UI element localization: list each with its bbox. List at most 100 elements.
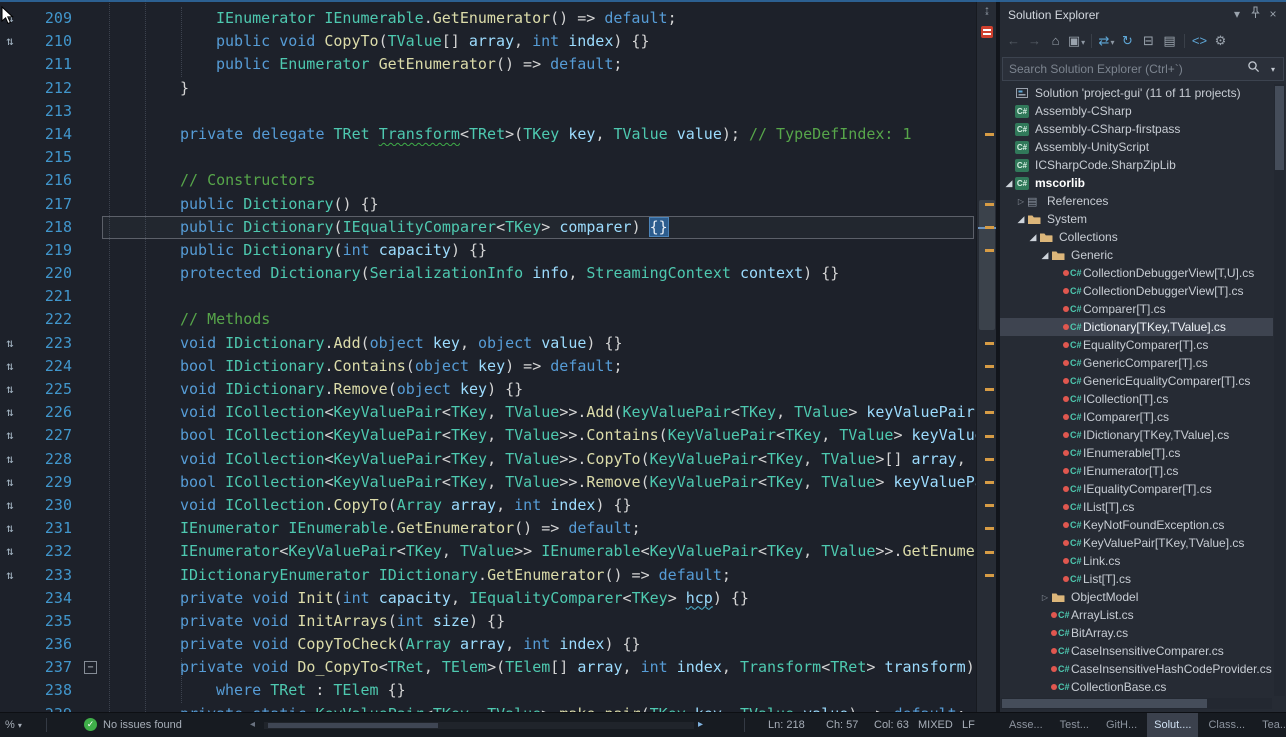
expanded-arrow-icon[interactable]: ◢ bbox=[1027, 232, 1039, 243]
line-number[interactable]: 219 bbox=[20, 239, 78, 262]
override-indicator-icon[interactable]: ⇅ bbox=[0, 517, 20, 540]
code-line-211[interactable]: 211public Enumerator GetEnumerator() => … bbox=[0, 53, 976, 76]
hscroll-left-arrow-icon[interactable]: ◂ bbox=[250, 719, 255, 730]
solution-tree[interactable]: Solution 'project-gui' (11 of 11 project… bbox=[1000, 84, 1273, 697]
editor-vertical-scrollbar[interactable]: ↨ bbox=[976, 0, 996, 712]
tree-item[interactable]: C#EqualityComparer[T].cs bbox=[1000, 336, 1273, 354]
tree-item[interactable]: C#IDictionary[TKey,TValue].cs bbox=[1000, 426, 1273, 444]
tree-item[interactable]: ◢Collections bbox=[1000, 228, 1273, 246]
code-line-227[interactable]: ⇅227bool ICollection<KeyValuePair<TKey, … bbox=[0, 424, 976, 447]
tree-vertical-scrollbar[interactable] bbox=[1274, 84, 1285, 696]
tree-item[interactable]: C#Assembly-CSharp bbox=[1000, 102, 1273, 120]
line-number[interactable]: 223 bbox=[20, 332, 78, 355]
line-number[interactable]: 214 bbox=[20, 123, 78, 146]
line-number[interactable]: 235 bbox=[20, 610, 78, 633]
override-indicator-icon[interactable]: ⇅ bbox=[0, 540, 20, 563]
line-number[interactable]: 230 bbox=[20, 494, 78, 517]
tree-item[interactable]: C#CaseInsensitiveComparer.cs bbox=[1000, 642, 1273, 660]
tool-window-tab-solut[interactable]: Solut.... bbox=[1147, 713, 1198, 737]
document-health-error-badge[interactable] bbox=[981, 26, 993, 38]
tree-item[interactable]: C#IEqualityComparer[T].cs bbox=[1000, 480, 1273, 498]
collapsed-arrow-icon[interactable]: ▷ bbox=[1015, 197, 1027, 206]
tool-window-tab-test[interactable]: Test... bbox=[1053, 713, 1096, 737]
line-number[interactable]: 228 bbox=[20, 448, 78, 471]
line-number[interactable]: 217 bbox=[20, 193, 78, 216]
properties-icon[interactable]: ▤ bbox=[1160, 31, 1179, 51]
code-line-239[interactable]: 239private static KeyValuePair<TKey, TVa… bbox=[0, 703, 976, 712]
refresh-icon[interactable]: ↻ bbox=[1118, 31, 1137, 51]
code-line-231[interactable]: ⇅231IEnumerator IEnumerable.GetEnumerato… bbox=[0, 517, 976, 540]
override-indicator-icon[interactable]: ⇅ bbox=[0, 378, 20, 401]
code-line-232[interactable]: ⇅232IEnumerator<KeyValuePair<TKey, TValu… bbox=[0, 540, 976, 563]
code-line-238[interactable]: 238where TRet : TElem {} bbox=[0, 679, 976, 702]
code-line-213[interactable]: 213 bbox=[0, 100, 976, 123]
code-line-230[interactable]: ⇅230void ICollection.CopyTo(Array array,… bbox=[0, 494, 976, 517]
search-box[interactable]: ▾ bbox=[1002, 57, 1284, 81]
search-input[interactable] bbox=[1003, 62, 1243, 76]
tree-item[interactable]: C#BitArray.cs bbox=[1000, 624, 1273, 642]
code-line-215[interactable]: 215 bbox=[0, 146, 976, 169]
code-line-210[interactable]: ⇅210public void CopyTo(TValue[] array, i… bbox=[0, 30, 976, 53]
expanded-arrow-icon[interactable]: ◢ bbox=[1039, 250, 1051, 261]
tree-item[interactable]: ◢Generic bbox=[1000, 246, 1273, 264]
search-icon[interactable] bbox=[1243, 60, 1263, 78]
tree-item[interactable]: C#CaseInsensitiveHashCodeProvider.cs bbox=[1000, 660, 1273, 678]
code-line-217[interactable]: 217public Dictionary() {} bbox=[0, 193, 976, 216]
line-number[interactable]: 213 bbox=[20, 100, 78, 123]
override-indicator-icon[interactable]: ⇅ bbox=[0, 564, 20, 587]
tool-window-tab-tea[interactable]: Tea... bbox=[1255, 713, 1286, 737]
line-number[interactable]: 209 bbox=[20, 7, 78, 30]
code-line-234[interactable]: 234private void Init(int capacity, IEqua… bbox=[0, 587, 976, 610]
tree-item[interactable]: C#CollectionBase.cs bbox=[1000, 678, 1273, 696]
scrollbar-thumb[interactable] bbox=[1275, 86, 1284, 170]
tree-item[interactable]: C#KeyNotFoundException.cs bbox=[1000, 516, 1273, 534]
override-indicator-icon[interactable]: ⇅ bbox=[0, 355, 20, 378]
tree-item[interactable]: C#Dictionary[TKey,TValue].cs bbox=[1000, 318, 1273, 336]
line-number[interactable]: 237 bbox=[20, 656, 78, 679]
line-number[interactable]: 233 bbox=[20, 564, 78, 587]
code-line-228[interactable]: ⇅228void ICollection<KeyValuePair<TKey, … bbox=[0, 448, 976, 471]
hscroll-right-arrow-icon[interactable]: ▸ bbox=[698, 719, 703, 730]
search-options-caret-icon[interactable]: ▾ bbox=[1263, 65, 1283, 74]
tree-item[interactable]: C#IList[T].cs bbox=[1000, 498, 1273, 516]
tool-window-tab-gith[interactable]: GitH... bbox=[1099, 713, 1144, 737]
line-number[interactable]: 234 bbox=[20, 587, 78, 610]
tree-item[interactable]: C#Assembly-UnityScript bbox=[1000, 138, 1273, 156]
tree-item[interactable]: C#Assembly-CSharp-firstpass bbox=[1000, 120, 1273, 138]
code-line-237[interactable]: 237−private void Do_CopyTo<TRet, TElem>(… bbox=[0, 656, 976, 679]
code-line-224[interactable]: ⇅224bool IDictionary.Contains(object key… bbox=[0, 355, 976, 378]
line-number[interactable]: 215 bbox=[20, 146, 78, 169]
expanded-arrow-icon[interactable]: ◢ bbox=[1015, 214, 1027, 225]
home-icon[interactable]: ⌂ bbox=[1046, 31, 1065, 51]
solution-explorer-titlebar[interactable]: Solution Explorer ▾ × bbox=[1000, 0, 1286, 28]
override-indicator-icon[interactable]: ⇅ bbox=[0, 30, 20, 53]
dropdown-caret-icon[interactable]: ▾ bbox=[1081, 38, 1085, 47]
line-number[interactable]: 220 bbox=[20, 262, 78, 285]
code-line-225[interactable]: ⇅225void IDictionary.Remove(object key) … bbox=[0, 378, 976, 401]
editor-horizontal-scrollbar[interactable] bbox=[264, 722, 694, 729]
window-position-button[interactable]: ▾ bbox=[1228, 6, 1246, 24]
tree-horizontal-scrollbar[interactable] bbox=[1001, 698, 1272, 709]
tree-item[interactable]: C#IComparer[T].cs bbox=[1000, 408, 1273, 426]
tree-item[interactable]: C#Comparer[T].cs bbox=[1000, 300, 1273, 318]
status-line-number[interactable]: Ln: 218 bbox=[768, 719, 805, 731]
collapse-all-icon[interactable]: ⊟ bbox=[1139, 31, 1158, 51]
document-health-indicator[interactable]: ✓ No issues found bbox=[84, 718, 182, 731]
override-indicator-icon[interactable]: ⇅ bbox=[0, 494, 20, 517]
status-column[interactable]: Col: 63 bbox=[874, 719, 909, 731]
code-line-233[interactable]: ⇅233IDictionaryEnumerator IDictionary.Ge… bbox=[0, 564, 976, 587]
tree-item[interactable]: C#KeyValuePair[TKey,TValue].cs bbox=[1000, 534, 1273, 552]
code-line-218[interactable]: 218public Dictionary(IEqualityComparer<T… bbox=[0, 216, 976, 239]
code-line-223[interactable]: ⇅223void IDictionary.Add(object key, obj… bbox=[0, 332, 976, 355]
line-number[interactable]: 212 bbox=[20, 77, 78, 100]
zoom-control[interactable]: % ▾ bbox=[5, 719, 22, 731]
tree-item[interactable]: Solution 'project-gui' (11 of 11 project… bbox=[1000, 84, 1273, 102]
code-line-216[interactable]: 216// Constructors bbox=[0, 169, 976, 192]
override-indicator-icon[interactable]: ⇅ bbox=[0, 448, 20, 471]
tree-item[interactable]: C#ArrayList.cs bbox=[1000, 606, 1273, 624]
tree-item[interactable]: C#CollectionDebuggerView[T].cs bbox=[1000, 282, 1273, 300]
override-indicator-icon[interactable]: ⇅ bbox=[0, 332, 20, 355]
tree-item[interactable]: C#List[T].cs bbox=[1000, 570, 1273, 588]
tree-item[interactable]: C#ICollection[T].cs bbox=[1000, 390, 1273, 408]
code-line-221[interactable]: 221 bbox=[0, 285, 976, 308]
